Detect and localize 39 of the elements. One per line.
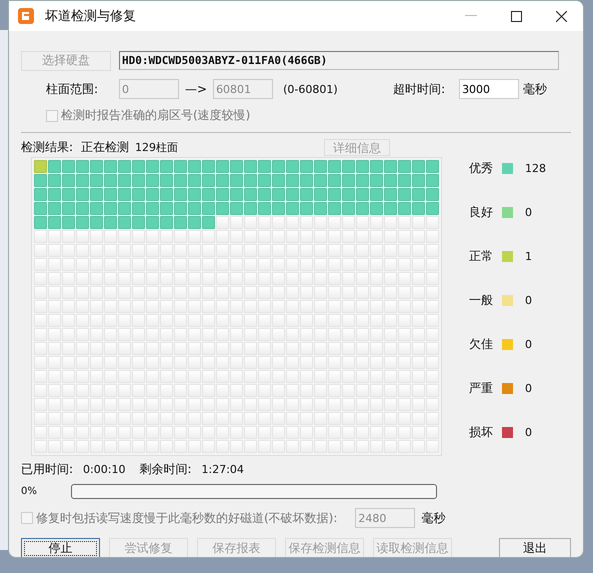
result-label: 检测结果: [21,138,74,156]
minimize-icon[interactable] [465,15,477,17]
elapsed-label: 已用时间: [21,460,74,478]
legend-label: 损坏 [469,424,494,440]
legend-count: 128 [525,162,546,174]
timeout-field[interactable]: 3000 [459,79,520,99]
legend-label: 一般 [469,292,494,308]
legend-count: 0 [525,382,532,394]
remaining-time: 1:27:04 [202,462,244,476]
unit-label: 毫秒 [421,510,446,526]
status-text: 正在检测 [81,138,130,156]
legend-count: 0 [525,338,532,350]
window-title: 坏道检测与修复 [45,8,136,25]
legend-count: 0 [525,294,532,306]
unit-label: 毫秒 [523,80,548,98]
action-button[interactable]: 退出 [499,538,571,557]
legend-count: 0 [525,426,532,438]
cylinder-count: 129柱面 [135,140,178,154]
legend-count: 1 [525,250,532,262]
app-logo-icon [18,8,34,24]
range-hint: (0-60801) [283,82,339,96]
remaining-label: 剩余时间: [139,460,192,478]
range-label: 柱面范围: [46,80,100,98]
progress-reading: 0% [21,486,38,496]
close-icon[interactable] [556,10,567,22]
legend-count: 0 [525,206,532,218]
checkbox-label: 检测时报告准确的扇区号(速度较慢) [61,107,250,124]
elapsed-time: 0:00:10 [83,462,126,476]
action-button[interactable]: 停止 [21,538,100,557]
disk-field: HD0:WDCWD5003ABYZ-011FA0(466GB) [119,51,559,70]
legend-label: 优秀 [469,160,494,176]
arrow-text: —> [185,82,208,96]
legend-label: 良好 [469,204,494,220]
legend-label: 正常 [469,248,494,264]
legend-label: 欠佳 [469,336,494,352]
timeout-label: 超时时间: [393,80,446,98]
maximize-icon[interactable] [511,10,522,22]
checkbox-label: 修复时包括读写速度慢于此毫秒数的好磁道(不破坏数据): [36,510,338,526]
legend-label: 严重 [469,380,494,396]
